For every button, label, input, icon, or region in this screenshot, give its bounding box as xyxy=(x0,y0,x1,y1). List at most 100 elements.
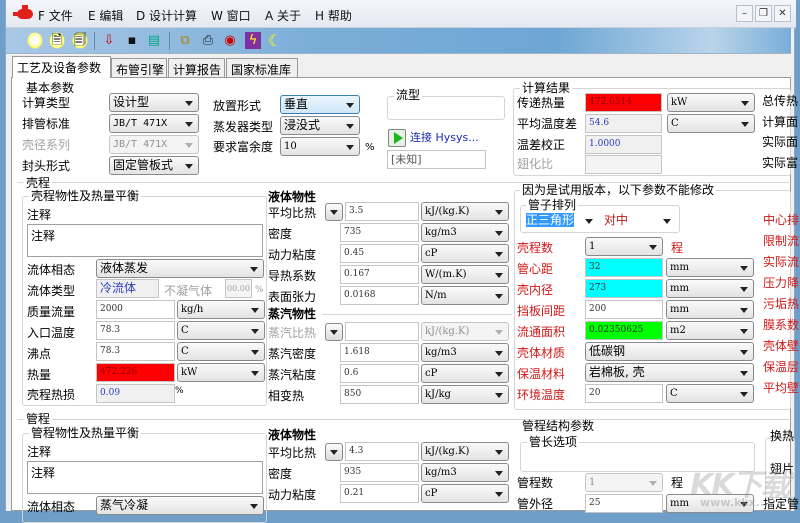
shell-visc-label: 动力粘度 xyxy=(268,248,317,262)
tube-std-select[interactable]: JB/T 471X xyxy=(109,114,199,133)
limit-flow-label: 限制流 xyxy=(763,234,800,248)
shell-wall-label: 壳体壁 xyxy=(763,339,800,353)
shell-cond-field[interactable]: 0.167 xyxy=(340,265,419,284)
purple-tool-icon[interactable]: ϟ xyxy=(245,32,261,49)
save-icon[interactable]: ▪ xyxy=(124,32,140,49)
tab-page: 基本参数 计算类型 设计型 排管标准 JB/T 471X 壳径系列 JB/T 4… xyxy=(11,77,799,523)
lmtd-unit[interactable]: C xyxy=(667,114,755,133)
tube-cp-unit[interactable]: kJ/(kg.K) xyxy=(421,442,509,461)
menu-about[interactable]: A 关于 xyxy=(265,7,301,24)
transfer-heat-unit[interactable]: kW xyxy=(667,93,755,112)
shell-cp-dropdown-button[interactable] xyxy=(325,203,343,221)
mass-flow-unit[interactable]: kg/h xyxy=(177,300,265,319)
shell-visc-field[interactable]: 0.45 xyxy=(340,244,419,263)
tube-note-field[interactable]: 注释 xyxy=(27,461,263,494)
print-icon[interactable]: ⎙ xyxy=(200,32,216,49)
chevron-down-icon xyxy=(495,393,503,398)
shell-density-unit[interactable]: kg/m3 xyxy=(421,223,509,242)
placement-select[interactable]: 垂直 xyxy=(280,95,360,114)
margin-select[interactable]: 10 xyxy=(280,137,360,156)
tube-visc-unit-value: cP xyxy=(425,488,438,499)
menu-help[interactable]: H 帮助 xyxy=(315,7,352,24)
vapor-cp-field[interactable] xyxy=(345,322,419,341)
mass-flow-unit-value: kg/h xyxy=(181,304,204,315)
export-icon[interactable]: ⇩ xyxy=(101,32,117,49)
inlet-temp-field[interactable]: 78.3 xyxy=(96,321,175,340)
tube-density-unit[interactable]: kg/m3 xyxy=(421,463,509,482)
transfer-heat-field: 472.6514 xyxy=(585,93,662,112)
tab-calc-report[interactable]: 计算报告 xyxy=(168,58,225,78)
shell-density-field[interactable]: 735 xyxy=(340,223,419,242)
shell-tension-unit[interactable]: N/m xyxy=(421,286,509,305)
vapor-cp-dropdown-button[interactable] xyxy=(325,323,343,341)
head-type-select[interactable]: 固定管板式 xyxy=(109,156,199,175)
chevron-down-icon xyxy=(740,308,748,313)
mass-flow-field[interactable]: 2000 xyxy=(96,300,175,319)
actual-margin-label: 实际富 xyxy=(762,156,799,170)
menu-design-calc[interactable]: D 设计计算 xyxy=(136,7,197,24)
vapor-density-unit[interactable]: kg/m3 xyxy=(421,343,509,362)
chevron-down-icon xyxy=(495,492,503,497)
shell-cp-unit[interactable]: kJ/(kg.K) xyxy=(421,202,509,221)
tab-tube-layout[interactable]: 布管引擎 xyxy=(111,58,167,78)
shell-visc-unit[interactable]: cP xyxy=(421,244,509,263)
shell-cp-field[interactable]: 3.5 xyxy=(345,202,419,221)
tube-visc-unit[interactable]: cP xyxy=(421,484,509,503)
boil-point-field[interactable]: 78.3 xyxy=(96,342,175,361)
tube-density-field[interactable]: 935 xyxy=(340,463,419,482)
lmtd-unit-value: C xyxy=(671,118,679,129)
vapor-visc-unit[interactable]: cP xyxy=(421,364,509,383)
vapor-visc-field[interactable]: 0.6 xyxy=(340,364,419,383)
shell-visc-unit-value: cP xyxy=(425,248,438,259)
shell-series-select: JB/T 471X xyxy=(109,135,199,154)
menu-bar: F 文件 E 编辑 D 设计计算 W 窗口 A 关于 H 帮助 – ❐ ✕ xyxy=(6,0,796,28)
shell-tension-field[interactable]: 0.0168 xyxy=(340,286,419,305)
tube-od-field[interactable]: 25 xyxy=(585,494,663,513)
close-button[interactable]: ✕ xyxy=(774,5,791,22)
calc-type-select[interactable]: 设计型 xyxy=(109,93,199,112)
boil-point-unit[interactable]: C xyxy=(177,342,265,361)
tube-cp-dropdown-button[interactable] xyxy=(325,443,343,461)
latent-heat-field[interactable]: 850 xyxy=(340,385,419,404)
shell-cond-label: 导热系数 xyxy=(268,269,317,283)
menu-file[interactable]: F 文件 xyxy=(38,7,73,24)
vapor-density-field[interactable]: 1.618 xyxy=(340,343,419,362)
new-file-icon[interactable]: 🗋 xyxy=(27,32,43,49)
ambient-temp-label: 环境温度 xyxy=(517,388,566,402)
menu-edit[interactable]: E 编辑 xyxy=(88,7,123,24)
moon-icon[interactable]: ☾ xyxy=(267,32,283,49)
record-icon[interactable]: ◉ xyxy=(222,32,238,49)
restore-button[interactable]: ❐ xyxy=(755,5,772,22)
evap-type-select[interactable]: 浸没式 xyxy=(280,116,360,135)
tube-visc-field[interactable]: 0.21 xyxy=(340,484,419,503)
copy-report-icon[interactable]: ⧉ xyxy=(177,32,193,49)
menu-window[interactable]: W 窗口 xyxy=(211,7,251,24)
shell-liquid-title: 液体物性 xyxy=(268,190,317,204)
shell-passes-select: 1 xyxy=(585,237,663,256)
latent-heat-unit[interactable]: kJ/kg xyxy=(421,385,509,404)
shell-loss-unit: % xyxy=(175,386,184,396)
tube-cp-field[interactable]: 4.3 xyxy=(345,442,419,461)
shell-heat-unit[interactable]: kW xyxy=(177,363,265,382)
shell-cond-unit[interactable]: W/(m.K) xyxy=(421,265,509,284)
hysys-play-icon[interactable] xyxy=(388,129,406,147)
tab-process-equipment[interactable]: 工艺及设备参数 xyxy=(12,56,111,78)
notepad-icon[interactable]: ▤ xyxy=(146,32,162,49)
chevron-down-icon xyxy=(251,371,259,376)
tube-phase-select[interactable]: 蒸气冷凝 xyxy=(96,496,264,515)
toolbar-separator xyxy=(169,32,170,50)
alignment-select: 对中 xyxy=(601,212,676,231)
shell-phase-select[interactable]: 液体蒸发 xyxy=(96,259,264,278)
toolbar: 🗋 🗎 🗐 ⇩ ▪ ▤ ⧉ ⎙ ◉ ϟ ☾ xyxy=(6,28,791,54)
tab-national-std[interactable]: 国家标准库 xyxy=(226,58,298,78)
chevron-down-icon xyxy=(495,294,503,299)
minimize-button[interactable]: – xyxy=(736,5,753,22)
head-type-value: 固定管板式 xyxy=(113,158,174,172)
shell-id-unit: mm xyxy=(666,279,754,298)
shell-note-field[interactable]: 注释 xyxy=(27,224,263,257)
chevron-down-icon xyxy=(346,124,354,129)
inlet-temp-unit[interactable]: C xyxy=(177,321,265,340)
connect-hysys-link[interactable]: 连接 Hysys... xyxy=(410,130,479,146)
open-file-icon[interactable]: 🗐 xyxy=(72,32,88,49)
new-document-icon[interactable]: 🗎 xyxy=(49,32,65,49)
